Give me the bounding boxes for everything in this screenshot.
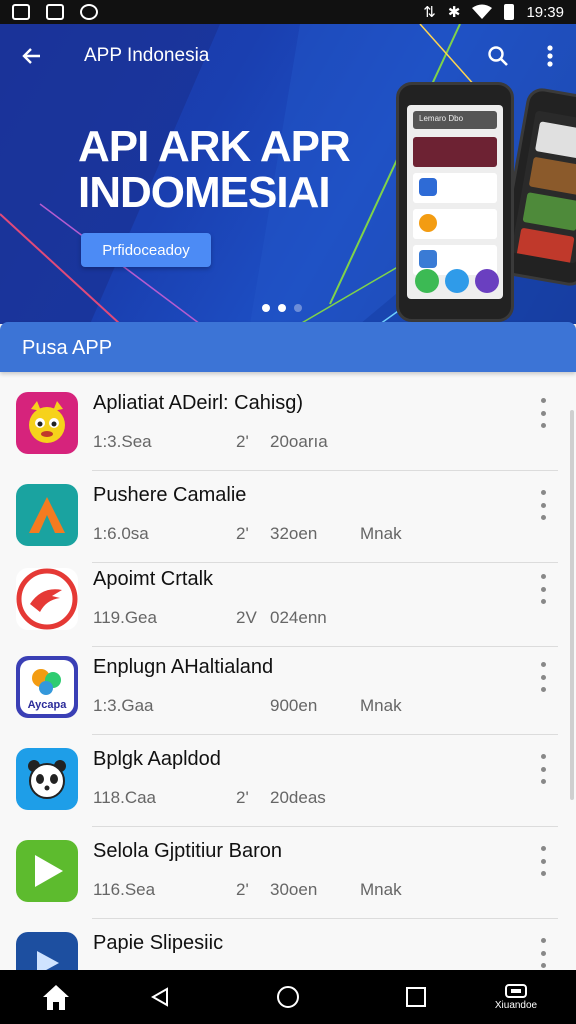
svg-text:Aycapa: Aycapa [28, 699, 68, 711]
app-name: Apoimt Crtalk [93, 568, 214, 590]
battery-icon [504, 4, 515, 20]
wifi-icon [472, 4, 493, 19]
app-meta-downloads: 30oen [270, 880, 318, 899]
triangle-a-icon[interactable] [16, 484, 78, 546]
app-meta-downloads: 20oarıa [270, 432, 328, 451]
cast-label: Xiuandoe [494, 999, 538, 1011]
hero-banner[interactable]: APP Indonesia API ARK APR INDOMESIAI Prf… [0, 24, 576, 324]
phone-app-icon-2 [419, 214, 437, 232]
app-meta-rating: 2V [236, 608, 257, 627]
list-item[interactable]: Pushere Camalie 1:6.0sa 2' 32oen Mnak [0, 484, 576, 576]
blue-play-icon[interactable] [16, 932, 78, 970]
gallery-icon [12, 4, 30, 20]
list-item[interactable]: Apliatiat ADeirl: Cahisg) 1:3.Sea 2' 20o… [0, 392, 576, 484]
aycapa-logo-icon[interactable]: Aycapa [16, 656, 78, 718]
toolbar-title: APP Indonesia [84, 45, 210, 66]
back-triangle-icon[interactable] [140, 970, 180, 1024]
status-time: 19:39 [526, 3, 564, 21]
divider [92, 826, 558, 827]
phone-search-bar: Lemaro Dbo [413, 111, 497, 129]
back-arrow-icon[interactable] [0, 24, 64, 88]
list-item[interactable]: Selola Gjptitiur Baron 116.Sea 2' 30oen … [0, 840, 576, 932]
home-circle-icon[interactable] [268, 970, 308, 1024]
page-dot[interactable] [294, 304, 302, 312]
list-item[interactable]: Aycapa Enplugn AHaltialand 1:3.Gaa 900en… [0, 656, 576, 748]
more-vert-icon[interactable] [532, 754, 554, 784]
divider [92, 918, 558, 919]
divider [92, 562, 558, 563]
app-meta-downloads: 024enn [270, 608, 327, 627]
hero-headline-line1: API ARK APR [78, 122, 351, 171]
play-triangle-icon[interactable] [16, 840, 78, 902]
hero-cta-button[interactable]: Prfidoceadoy [81, 233, 211, 267]
app-toolbar: APP Indonesia [0, 24, 576, 88]
more-vert-icon[interactable] [532, 846, 554, 876]
more-vert-icon[interactable] [532, 938, 554, 968]
app-meta-size: 116.Sea [93, 880, 156, 899]
app-name: Enplugn AHaltialand [93, 656, 274, 678]
cat-mascot-icon[interactable] [16, 392, 78, 454]
app-meta-size: 1:3.Sea [93, 432, 152, 451]
image-icon [46, 4, 64, 20]
list-item[interactable]: Bplgk Aapldod 118.Caa 2' 20deas [0, 748, 576, 840]
divider [92, 646, 558, 647]
app-meta-downloads: 32oen [270, 524, 318, 543]
app-meta-rating: 2' [236, 880, 249, 899]
list-item[interactable]: Papie Slipesiic [0, 932, 576, 970]
app-meta-downloads: 20deas [270, 788, 326, 807]
app-meta-size: 1:3.Gaa [93, 696, 154, 715]
home-icon[interactable] [36, 970, 76, 1024]
app-meta-tag: Mnak [360, 524, 402, 543]
hero-headline-line2: INDOMESIAI [78, 168, 331, 217]
section-header: Pusa APP [0, 322, 576, 372]
hero-page-indicator [262, 304, 302, 312]
signal-icon: ⇅ [423, 4, 436, 21]
more-vert-icon[interactable] [532, 662, 554, 692]
scrollbar[interactable] [570, 410, 574, 800]
app-name: Apliatiat ADeirl: Cahisg) [93, 392, 304, 414]
messenger-icon [80, 4, 98, 20]
phone-app-icon-3 [419, 250, 437, 268]
app-meta-rating: 2' [236, 788, 249, 807]
search-icon[interactable] [472, 30, 524, 82]
app-meta-tag: Mnak [360, 696, 402, 715]
app-meta-rating: 2' [236, 432, 249, 451]
phone-chat-icon [445, 269, 469, 293]
more-vert-icon[interactable] [532, 490, 554, 520]
page-dot[interactable] [278, 304, 286, 312]
status-bar: ⇅ ✱ 19:39 [0, 0, 576, 24]
bluetooth-icon: ✱ [447, 4, 461, 21]
phone-app-icon-1 [419, 178, 437, 196]
panda-icon[interactable] [16, 748, 78, 810]
app-meta-rating: 2' [236, 524, 249, 543]
app-name: Pushere Camalie [93, 484, 247, 506]
more-vert-icon[interactable] [532, 574, 554, 604]
app-meta-size: 1:6.0sa [93, 524, 149, 543]
phone-call-icon [415, 269, 439, 293]
app-name: Selola Gjptitiur Baron [93, 840, 282, 862]
more-vert-icon[interactable] [524, 30, 576, 82]
divider [92, 470, 558, 471]
navigation-bar: Xiuandoe [0, 970, 576, 1024]
divider [92, 734, 558, 735]
app-meta-size: 119.Gea [93, 608, 157, 627]
more-vert-icon[interactable] [532, 398, 554, 428]
app-name: Bplgk Aapldod [93, 748, 221, 770]
app-list[interactable]: Apliatiat ADeirl: Cahisg) 1:3.Sea 2' 20o… [0, 372, 576, 970]
red-arrow-circle-icon[interactable] [16, 568, 78, 630]
hero-headline: API ARK APR INDOMESIAI [78, 122, 351, 217]
phone-mockup-front: Lemaro Dbo [396, 82, 514, 322]
list-item[interactable]: Apoimt Crtalk 119.Gea 2V 024enn [0, 568, 576, 660]
phone-messages-icon [475, 269, 499, 293]
app-name: Papie Slipesiic [93, 932, 224, 954]
app-meta-tag: Mnak [360, 880, 402, 899]
app-meta-size: 118.Caa [93, 788, 157, 807]
page-dot[interactable] [262, 304, 270, 312]
cast-icon[interactable]: Xiuandoe [486, 970, 546, 1024]
app-meta-downloads: 900en [270, 696, 318, 715]
recents-square-icon[interactable] [396, 970, 436, 1024]
